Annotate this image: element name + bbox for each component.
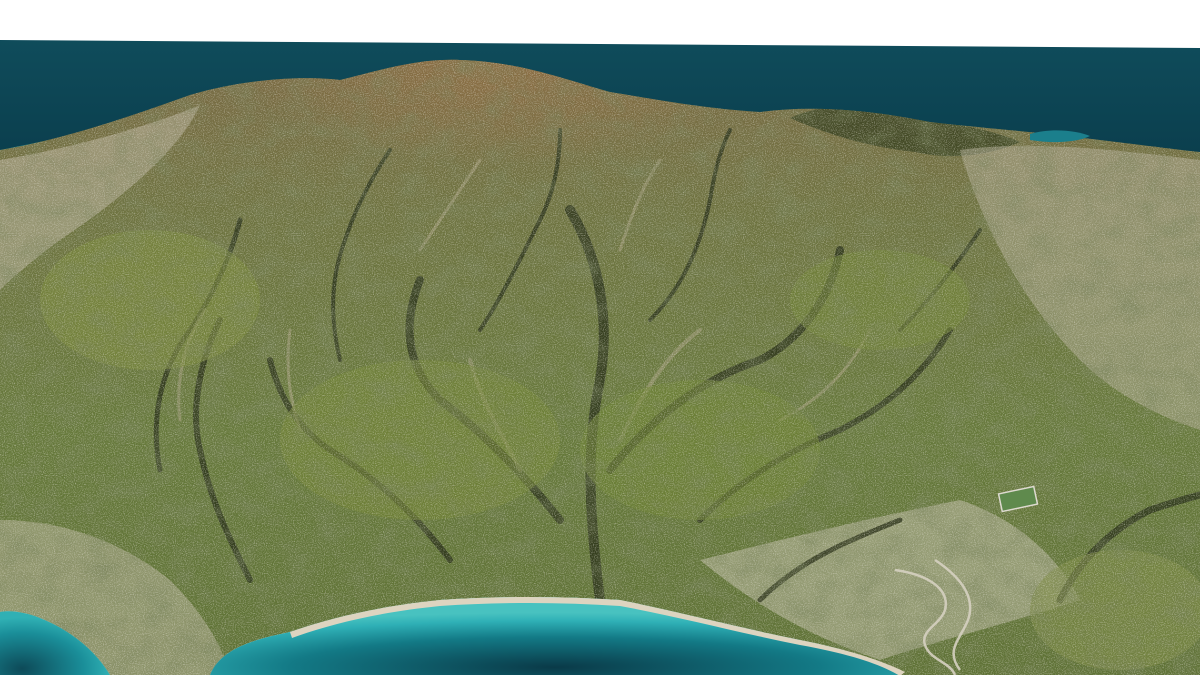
landscape-illustration	[0, 0, 1200, 675]
aerial-landscape-scene	[0, 0, 1200, 675]
